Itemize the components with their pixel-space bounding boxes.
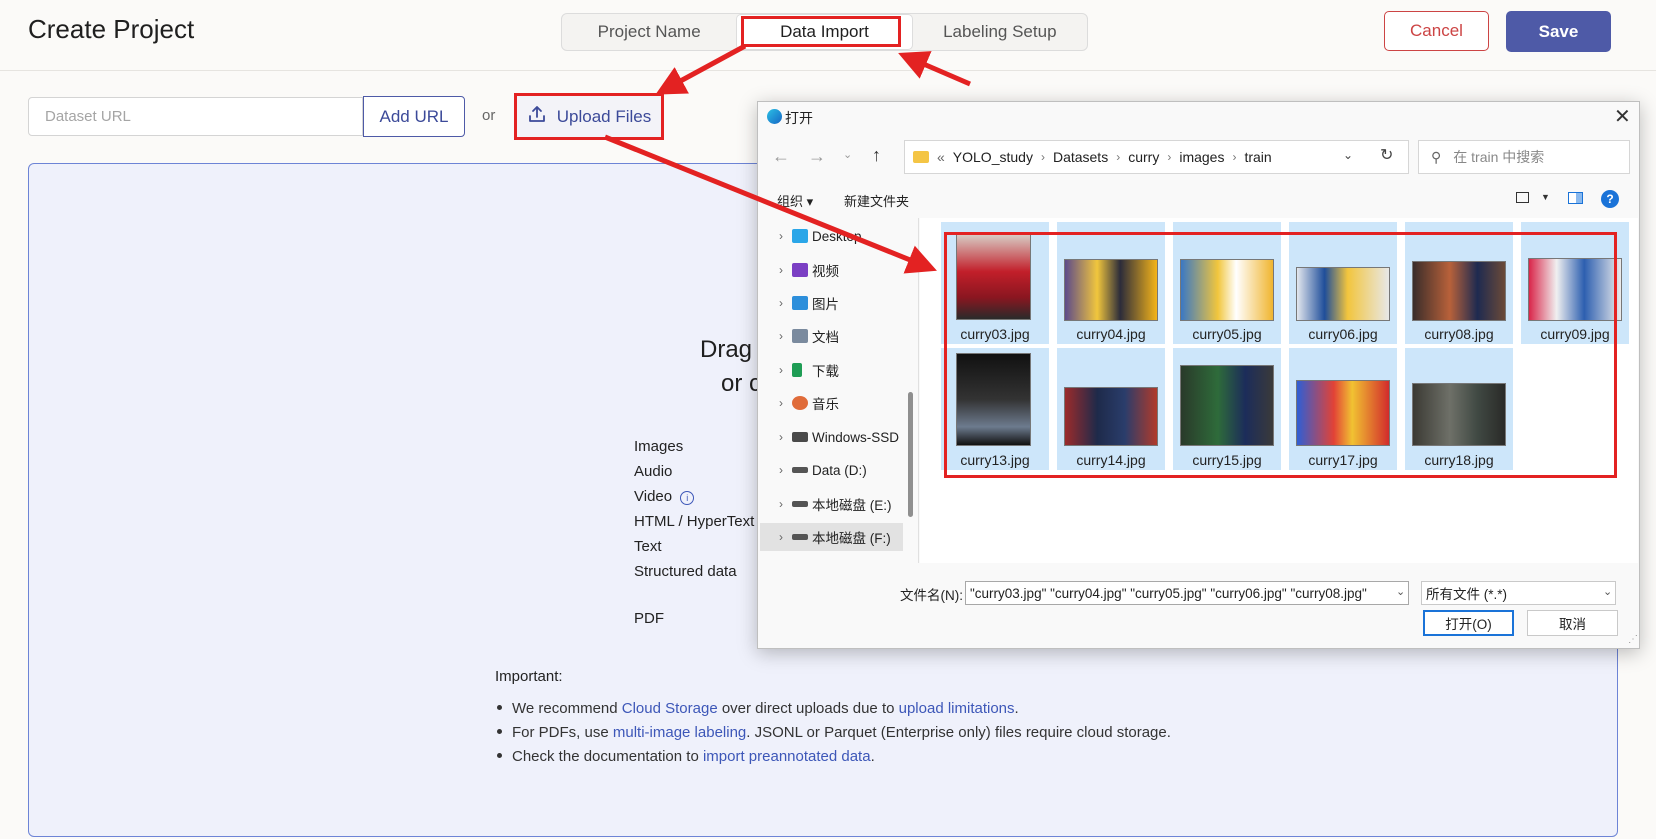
drop-zone-heading: Drag [700, 336, 753, 363]
forward-arrow-icon[interactable]: → [808, 146, 826, 167]
nav-item-desktop[interactable]: › Desktop [760, 222, 903, 250]
file-type-structured: Structured data [634, 563, 737, 580]
nav-item-videos[interactable]: › 视频 [760, 256, 903, 284]
path-segment[interactable]: curry [1128, 149, 1159, 165]
annotation-highlight-box [741, 16, 901, 47]
view-options-icon[interactable] [1516, 192, 1529, 203]
nav-item-music[interactable]: › 音乐 [760, 389, 903, 417]
path-segment[interactable]: Datasets [1053, 149, 1108, 165]
nav-scrollbar[interactable] [908, 392, 913, 517]
address-history-chevron-icon[interactable]: ⌄ [1343, 148, 1353, 162]
upload-limitations-link[interactable]: upload limitations [899, 700, 1015, 717]
filename-label: 文件名(N): [900, 588, 963, 603]
filename-input[interactable]: "curry03.jpg" "curry04.jpg" "curry05.jpg… [965, 581, 1409, 605]
dataset-url-input[interactable] [28, 97, 363, 136]
recent-dropdown-icon[interactable]: ⌄ [843, 148, 852, 161]
file-type-audio: Audio [634, 463, 673, 480]
file-type-select[interactable]: 所有文件 (*.*) [1421, 581, 1616, 605]
info-icon[interactable]: i [680, 491, 695, 505]
path-overflow[interactable]: « [937, 149, 945, 165]
add-url-button[interactable]: Add URL [363, 96, 465, 137]
nav-item-downloads[interactable]: › 下载 [760, 356, 903, 384]
cloud-storage-link[interactable]: Cloud Storage [622, 700, 718, 717]
annotation-highlight-box [944, 232, 1617, 478]
upload-files-label: Upload Files [556, 106, 652, 126]
multi-image-labeling-link[interactable]: multi-image labeling [613, 724, 746, 741]
preview-pane-icon[interactable] [1568, 192, 1583, 204]
folder-search-input[interactable]: ⚲ 在 train 中搜索 [1418, 140, 1630, 174]
upload-icon [527, 104, 547, 129]
tab-labeling-setup[interactable]: Labeling Setup [913, 14, 1087, 50]
important-heading: Important: [495, 668, 563, 685]
path-segment[interactable]: images [1179, 149, 1224, 165]
import-preannotated-link[interactable]: import preannotated data [703, 748, 871, 765]
path-segment[interactable]: YOLO_study [953, 149, 1033, 165]
organize-menu[interactable]: 组织 ▾ [777, 191, 813, 210]
nav-item-drive-f[interactable]: › 本地磁盘 (F:) [760, 523, 903, 551]
important-bullet-1: We recommend Cloud Storage over direct u… [497, 700, 1019, 717]
chevron-down-icon[interactable]: ⌄ [1396, 585, 1405, 598]
nav-item-windows-ssd[interactable]: › Windows-SSD [760, 423, 903, 451]
address-bar[interactable]: « YOLO_study › Datasets › curry › images › t… [904, 140, 1409, 174]
nav-item-documents[interactable]: › 文档 [760, 322, 903, 350]
nav-item-drive-d[interactable]: › Data (D:) [760, 456, 903, 484]
file-type-text: Text [634, 538, 662, 555]
page-title: Create Project [28, 14, 195, 44]
refresh-icon[interactable]: ↻ [1380, 145, 1393, 165]
save-button[interactable]: Save [1506, 11, 1611, 52]
open-button[interactable]: 打开(O) [1423, 610, 1514, 636]
header-divider [0, 70, 1656, 71]
file-type-html: HTML / HyperText [634, 513, 755, 530]
resize-grip-icon[interactable]: ⋰ [1628, 634, 1638, 645]
search-icon: ⚲ [1431, 148, 1442, 165]
annotation-arrow [655, 43, 747, 95]
dialog-cancel-button[interactable]: 取消 [1527, 610, 1618, 636]
view-dropdown-icon[interactable]: ▼ [1541, 192, 1550, 202]
file-type-images: Images [634, 438, 684, 455]
close-icon[interactable]: ✕ [1614, 104, 1631, 129]
chevron-down-icon[interactable]: ⌄ [1603, 585, 1612, 598]
help-icon[interactable]: ? [1601, 190, 1619, 208]
cancel-button[interactable]: Cancel [1384, 11, 1489, 51]
upload-files-button[interactable]: Upload Files [514, 93, 664, 140]
file-type-video-label: Video [634, 488, 673, 505]
file-type-video: Video i [634, 488, 695, 505]
pane-divider[interactable] [918, 218, 919, 563]
up-arrow-icon[interactable]: ↑ [872, 145, 881, 166]
important-bullet-3: Check the documentation to import preann… [497, 748, 875, 765]
nav-item-pictures[interactable]: › 图片 [760, 289, 903, 317]
drop-zone-subheading: or c [721, 370, 762, 397]
important-bullet-2: For PDFs, use multi-image labeling. JSON… [497, 724, 1171, 741]
nav-item-drive-e[interactable]: › 本地磁盘 (E:) [760, 490, 903, 518]
file-type-pdf: PDF [634, 610, 664, 627]
dialog-title: 打开 [785, 110, 813, 126]
browser-app-icon [767, 109, 782, 124]
back-arrow-icon[interactable]: ← [772, 146, 790, 167]
new-folder-button[interactable]: 新建文件夹 [844, 191, 909, 210]
path-segment[interactable]: train [1244, 149, 1271, 165]
tab-project-name[interactable]: Project Name [562, 14, 736, 50]
or-label: or [482, 107, 496, 124]
folder-icon [913, 151, 929, 163]
